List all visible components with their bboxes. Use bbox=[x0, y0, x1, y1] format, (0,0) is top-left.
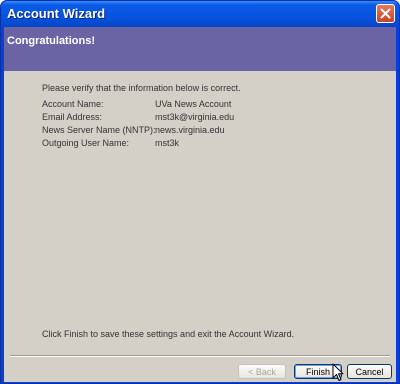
close-icon bbox=[380, 8, 391, 19]
info-value: news.virginia.edu bbox=[155, 125, 225, 135]
wizard-client-area: Congratulations! Please verify that the … bbox=[4, 27, 396, 382]
account-wizard-window: Account Wizard Congratulations! Please v… bbox=[0, 0, 400, 384]
finish-instruction-text: Click Finish to save these settings and … bbox=[42, 329, 295, 339]
back-button[interactable]: < Back bbox=[238, 364, 286, 379]
intro-text: Please verify that the information below… bbox=[42, 83, 241, 93]
page-title: Congratulations! bbox=[7, 35, 95, 47]
info-label: News Server Name (NNTP): bbox=[42, 125, 156, 135]
info-label: Email Address: bbox=[42, 112, 103, 122]
info-value: UVa News Account bbox=[155, 99, 232, 109]
close-button[interactable] bbox=[376, 4, 395, 23]
info-value: mst3k bbox=[155, 138, 180, 148]
title-bar[interactable]: Account Wizard bbox=[1, 1, 399, 27]
info-value: mst3k@virginia.edu bbox=[155, 112, 235, 122]
wizard-header: Congratulations! bbox=[4, 27, 396, 71]
button-separator bbox=[10, 355, 390, 357]
info-label: Outgoing User Name: bbox=[42, 138, 130, 148]
cancel-button[interactable]: Cancel bbox=[347, 364, 392, 379]
window-title: Account Wizard bbox=[7, 6, 106, 21]
info-label: Account Name: bbox=[42, 99, 104, 109]
mouse-cursor-icon bbox=[332, 363, 344, 381]
